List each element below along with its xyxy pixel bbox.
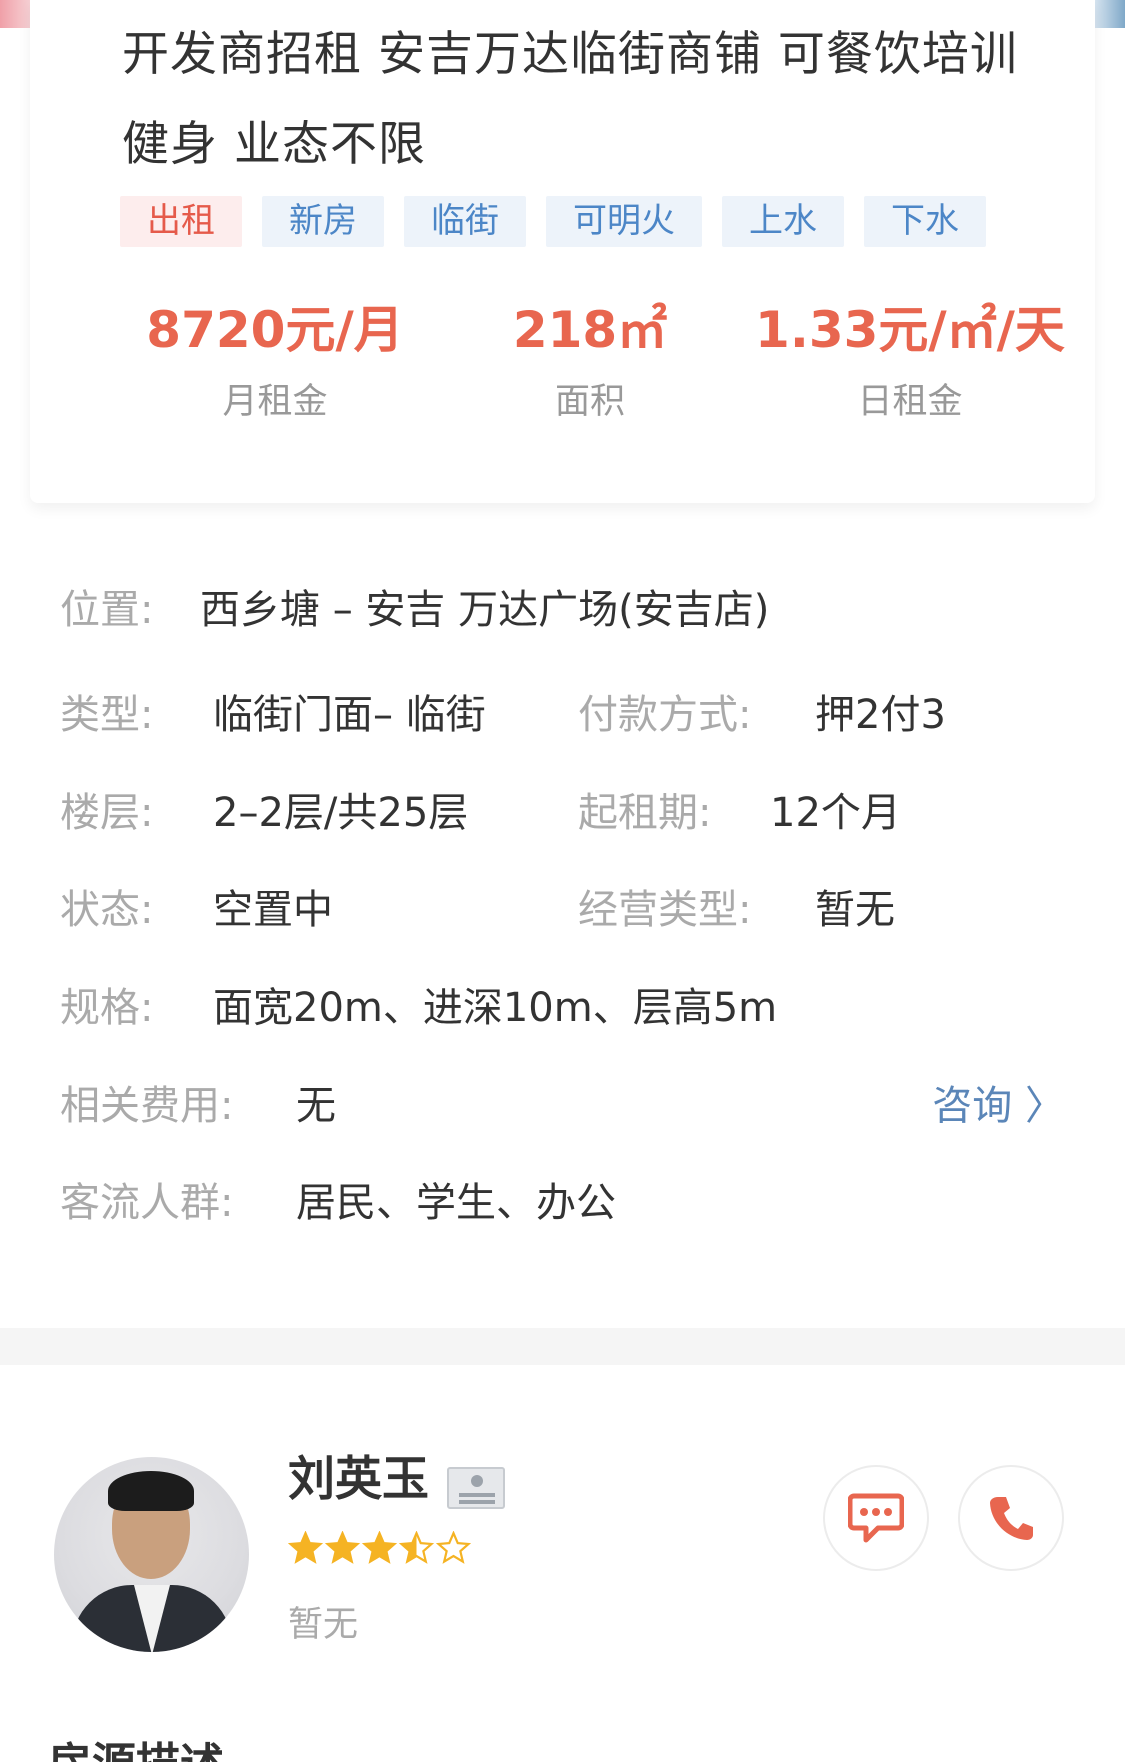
- spec-value: 面宽20m、进深10m、层高5m: [213, 985, 778, 1031]
- chat-button[interactable]: [823, 1465, 929, 1571]
- fees-label: 相关费用:: [60, 1083, 234, 1129]
- detail-row-type: 类型: 临街门面– 临街 付款方式: 押2付3: [0, 685, 1125, 745]
- tag-new: 新房: [262, 196, 384, 247]
- image-edge-right: [1095, 0, 1125, 28]
- detail-row-floor: 楼层: 2–2层/共25层 起租期: 12个月: [0, 783, 1125, 843]
- detail-row-location: 位置: 西乡塘 – 安吉 万达广场(安吉店): [0, 580, 1125, 640]
- area-value: 218㎡: [512, 301, 668, 359]
- price-stats: 8720元/月 月租金 218㎡ 面积 1.33元/㎡/天 日租金: [30, 290, 1125, 440]
- location-value: 西乡塘 – 安吉 万达广场(安吉店): [200, 587, 770, 633]
- tag-rent: 出租: [120, 196, 242, 247]
- call-button[interactable]: [958, 1465, 1064, 1571]
- section-title-description: 房源描述: [48, 1735, 224, 1762]
- customers-value: 居民、学生、办公: [296, 1180, 616, 1226]
- payment-value: 押2付3: [815, 692, 946, 738]
- fees-value: 无: [296, 1083, 336, 1129]
- agent-rating: [288, 1531, 471, 1566]
- status-label: 状态:: [60, 887, 154, 933]
- customers-label: 客流人群:: [60, 1180, 234, 1226]
- agent-name: 刘英玉: [288, 1452, 429, 1507]
- tag-street: 临街: [404, 196, 526, 247]
- phone-icon: [990, 1497, 1033, 1540]
- area-label: 面积: [554, 382, 625, 422]
- min-lease-value: 12个月: [770, 790, 901, 836]
- agent-card[interactable]: 刘英玉 暂无: [0, 1365, 1125, 1695]
- business-type-value: 暂无: [815, 887, 895, 933]
- location-label: 位置:: [60, 587, 154, 633]
- monthly-rent-label: 月租金: [222, 382, 328, 422]
- detail-row-fees: 相关费用: 无 咨询 〉: [0, 1076, 1125, 1136]
- tag-drainage: 下水: [864, 196, 986, 247]
- star-icon: [399, 1531, 434, 1564]
- detail-row-customers: 客流人群: 居民、学生、办公: [0, 1173, 1125, 1233]
- star-icon: [362, 1531, 397, 1564]
- business-type-label: 经营类型:: [578, 887, 752, 933]
- floor-value: 2–2层/共25层: [213, 790, 469, 836]
- tag-list: 出租 新房 临街 可明火 上水 下水: [120, 196, 986, 247]
- star-icon: [436, 1531, 471, 1564]
- floor-label: 楼层:: [60, 790, 154, 836]
- status-value: 空置中: [213, 887, 333, 933]
- daily-rent-label: 日租金: [857, 382, 963, 422]
- payment-label: 付款方式:: [578, 692, 752, 738]
- stat-monthly-rent: 8720元/月 月租金: [120, 290, 430, 432]
- star-icon: [325, 1531, 360, 1564]
- section-divider: [0, 1328, 1125, 1365]
- avatar[interactable]: [54, 1457, 249, 1652]
- consult-link[interactable]: 咨询 〉: [932, 1076, 1065, 1136]
- star-icon: [288, 1531, 323, 1564]
- chat-icon: [848, 1493, 904, 1543]
- stat-area: 218㎡ 面积: [470, 290, 710, 432]
- stat-daily-rent: 1.33元/㎡/天 日租金: [740, 290, 1080, 432]
- spec-label: 规格:: [60, 985, 154, 1031]
- detail-row-status: 状态: 空置中 经营类型: 暂无: [0, 880, 1125, 940]
- tag-open-fire: 可明火: [546, 196, 702, 247]
- image-edge-left: [0, 0, 30, 28]
- monthly-rent-value: 8720元/月: [146, 301, 404, 359]
- listing-title: 开发商招租 安吉万达临街商铺 可餐饮培训健身 业态不限: [122, 27, 1018, 172]
- id-card-icon: [447, 1467, 505, 1509]
- type-value: 临街门面– 临街: [213, 692, 486, 738]
- min-lease-label: 起租期:: [578, 790, 712, 836]
- listing-summary-card: 开发商招租 安吉万达临街商铺 可餐饮培训健身 业态不限 出租 新房 临街 可明火…: [30, 0, 1095, 503]
- daily-rent-value: 1.33元/㎡/天: [755, 301, 1065, 359]
- tag-water-supply: 上水: [722, 196, 844, 247]
- agent-subtitle: 暂无: [288, 1605, 359, 1645]
- type-label: 类型:: [60, 692, 154, 738]
- detail-row-spec: 规格: 面宽20m、进深10m、层高5m: [0, 978, 1125, 1038]
